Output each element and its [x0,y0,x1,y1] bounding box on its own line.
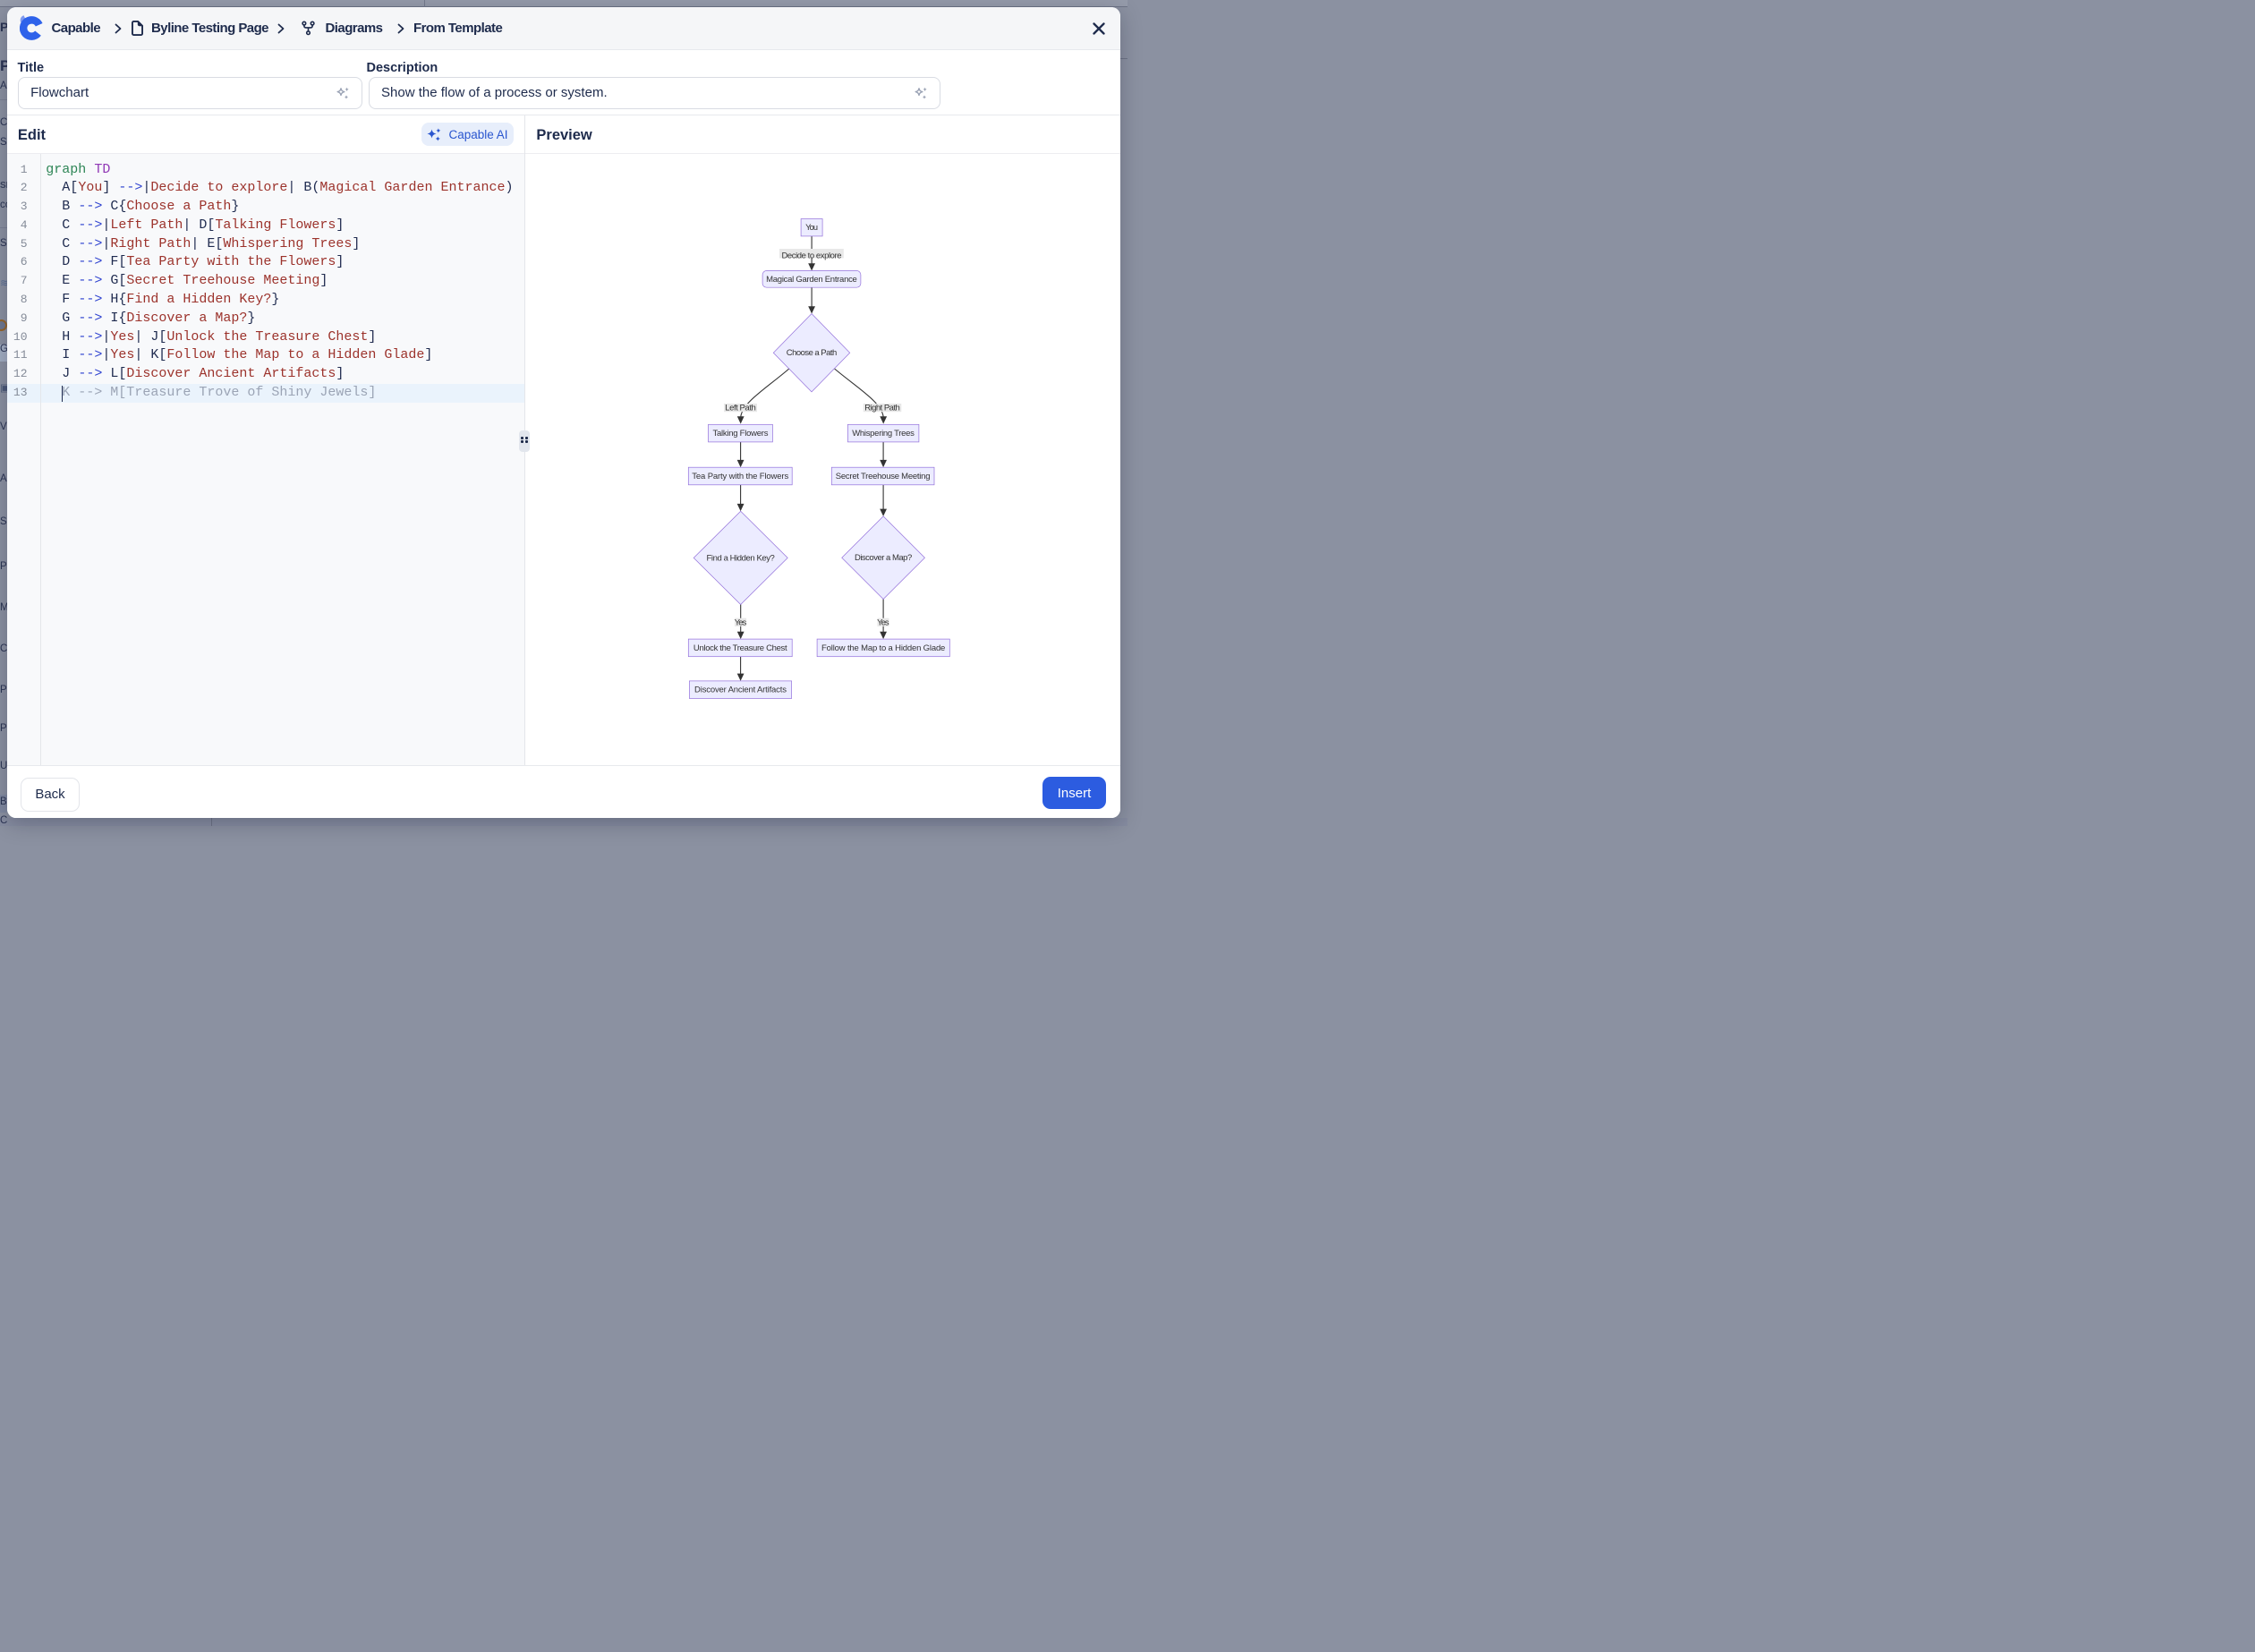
svg-text:Discover a Map?: Discover a Map? [855,553,912,563]
svg-text:Find a Hidden Key?: Find a Hidden Key? [706,553,774,563]
svg-text:Choose a Path: Choose a Path [787,348,838,358]
svg-text:Left Path: Left Path [725,403,756,413]
svg-text:Decide to explore: Decide to explore [781,251,841,260]
svg-text:Yes: Yes [877,617,889,627]
svg-text:Right Path: Right Path [864,403,900,413]
svg-text:Whispering Trees: Whispering Trees [852,429,915,439]
svg-text:You: You [805,223,818,233]
svg-text:Tea Party with the Flowers: Tea Party with the Flowers [692,471,788,481]
svg-text:Unlock the Treasure Chest: Unlock the Treasure Chest [694,643,787,652]
svg-text:Talking Flowers: Talking Flowers [712,429,768,439]
svg-text:Secret Treehouse Meeting: Secret Treehouse Meeting [836,471,931,481]
svg-text:Discover Ancient Artifacts: Discover Ancient Artifacts [694,685,787,694]
svg-text:Yes: Yes [735,617,747,627]
svg-text:Magical Garden Entrance: Magical Garden Entrance [766,274,857,284]
svg-text:Follow the Map to a Hidden Gla: Follow the Map to a Hidden Glade [821,643,945,652]
